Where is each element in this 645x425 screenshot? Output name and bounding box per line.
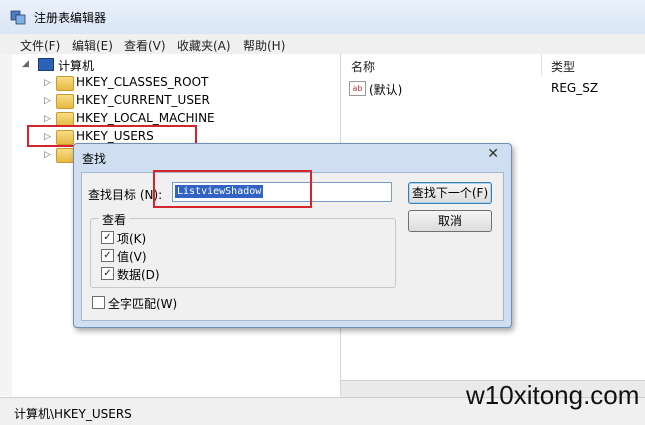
- checkbox-checked-icon[interactable]: ✓: [101, 249, 114, 262]
- title-bar: 注册表编辑器: [0, 0, 645, 34]
- menu-bar: 文件(F) 编辑(E) 查看(V) 收藏夹(A) 帮助(H): [0, 34, 645, 55]
- checkbox-unchecked-icon[interactable]: [92, 296, 105, 309]
- column-header-name[interactable]: 名称: [351, 58, 375, 75]
- tree-root-label: 计算机: [58, 59, 95, 73]
- tree-root-computer[interactable]: ◢ 计算机: [22, 56, 222, 74]
- column-separator[interactable]: [541, 54, 542, 76]
- option-data-label: 数据(D): [117, 268, 160, 282]
- look-at-group-title: 查看: [99, 211, 130, 228]
- dialog-title: 查找: [82, 152, 107, 166]
- menu-file[interactable]: 文件(F): [20, 37, 60, 54]
- value-type: REG_SZ: [551, 81, 599, 95]
- option-values-label: 值(V): [117, 250, 147, 264]
- status-path: 计算机\HKEY_USERS: [14, 407, 132, 421]
- string-value-icon: ab: [349, 81, 366, 96]
- tree-node-label: HKEY_CURRENT_USER: [76, 93, 210, 107]
- tree-node-label: HKEY_CLASSES_ROOT: [76, 75, 209, 89]
- highlight-box-find-input: [153, 170, 312, 208]
- expand-icon[interactable]: ▷: [44, 78, 54, 88]
- regedit-app-icon: [10, 9, 26, 25]
- computer-icon: [38, 58, 54, 71]
- cancel-button[interactable]: 取消: [408, 210, 492, 232]
- menu-view[interactable]: 查看(V): [124, 37, 166, 54]
- tree-node-classes-root[interactable]: ▷ HKEY_CLASSES_ROOT: [44, 74, 264, 92]
- tree-node-current-user[interactable]: ▷ HKEY_CURRENT_USER: [44, 92, 264, 110]
- close-icon[interactable]: ✕: [487, 146, 499, 162]
- folder-icon: [56, 94, 74, 109]
- menu-help[interactable]: 帮助(H): [243, 37, 285, 54]
- menu-edit[interactable]: 编辑(E): [72, 37, 113, 54]
- expand-icon[interactable]: ▷: [44, 150, 54, 160]
- folder-icon: [56, 148, 74, 163]
- watermark: w10xitong.com: [466, 380, 640, 410]
- find-next-button[interactable]: 查找下一个(F): [408, 182, 492, 204]
- expand-icon[interactable]: ▷: [44, 96, 54, 106]
- menu-favorites[interactable]: 收藏夹(A): [177, 37, 231, 54]
- list-item[interactable]: ab (默认) REG_SZ: [341, 80, 645, 98]
- tree-node-label: HKEY_LOCAL_MACHINE: [76, 111, 215, 125]
- collapse-icon[interactable]: ◢: [22, 59, 32, 69]
- checkbox-checked-icon[interactable]: ✓: [101, 231, 114, 244]
- value-name: (默认): [369, 83, 403, 97]
- checkbox-checked-icon[interactable]: ✓: [101, 267, 114, 280]
- column-header-type[interactable]: 类型: [551, 58, 575, 75]
- find-what-label: 查找目标 (N):: [88, 188, 163, 202]
- option-keys-label: 项(K): [117, 232, 147, 246]
- folder-icon: [56, 76, 74, 91]
- look-at-group: 查看 ✓ 项(K) ✓ 值(V) ✓ 数据(D): [90, 211, 396, 288]
- window-title: 注册表编辑器: [34, 11, 107, 25]
- expand-icon[interactable]: ▷: [44, 114, 54, 124]
- match-whole-label: 全字匹配(W): [108, 297, 178, 311]
